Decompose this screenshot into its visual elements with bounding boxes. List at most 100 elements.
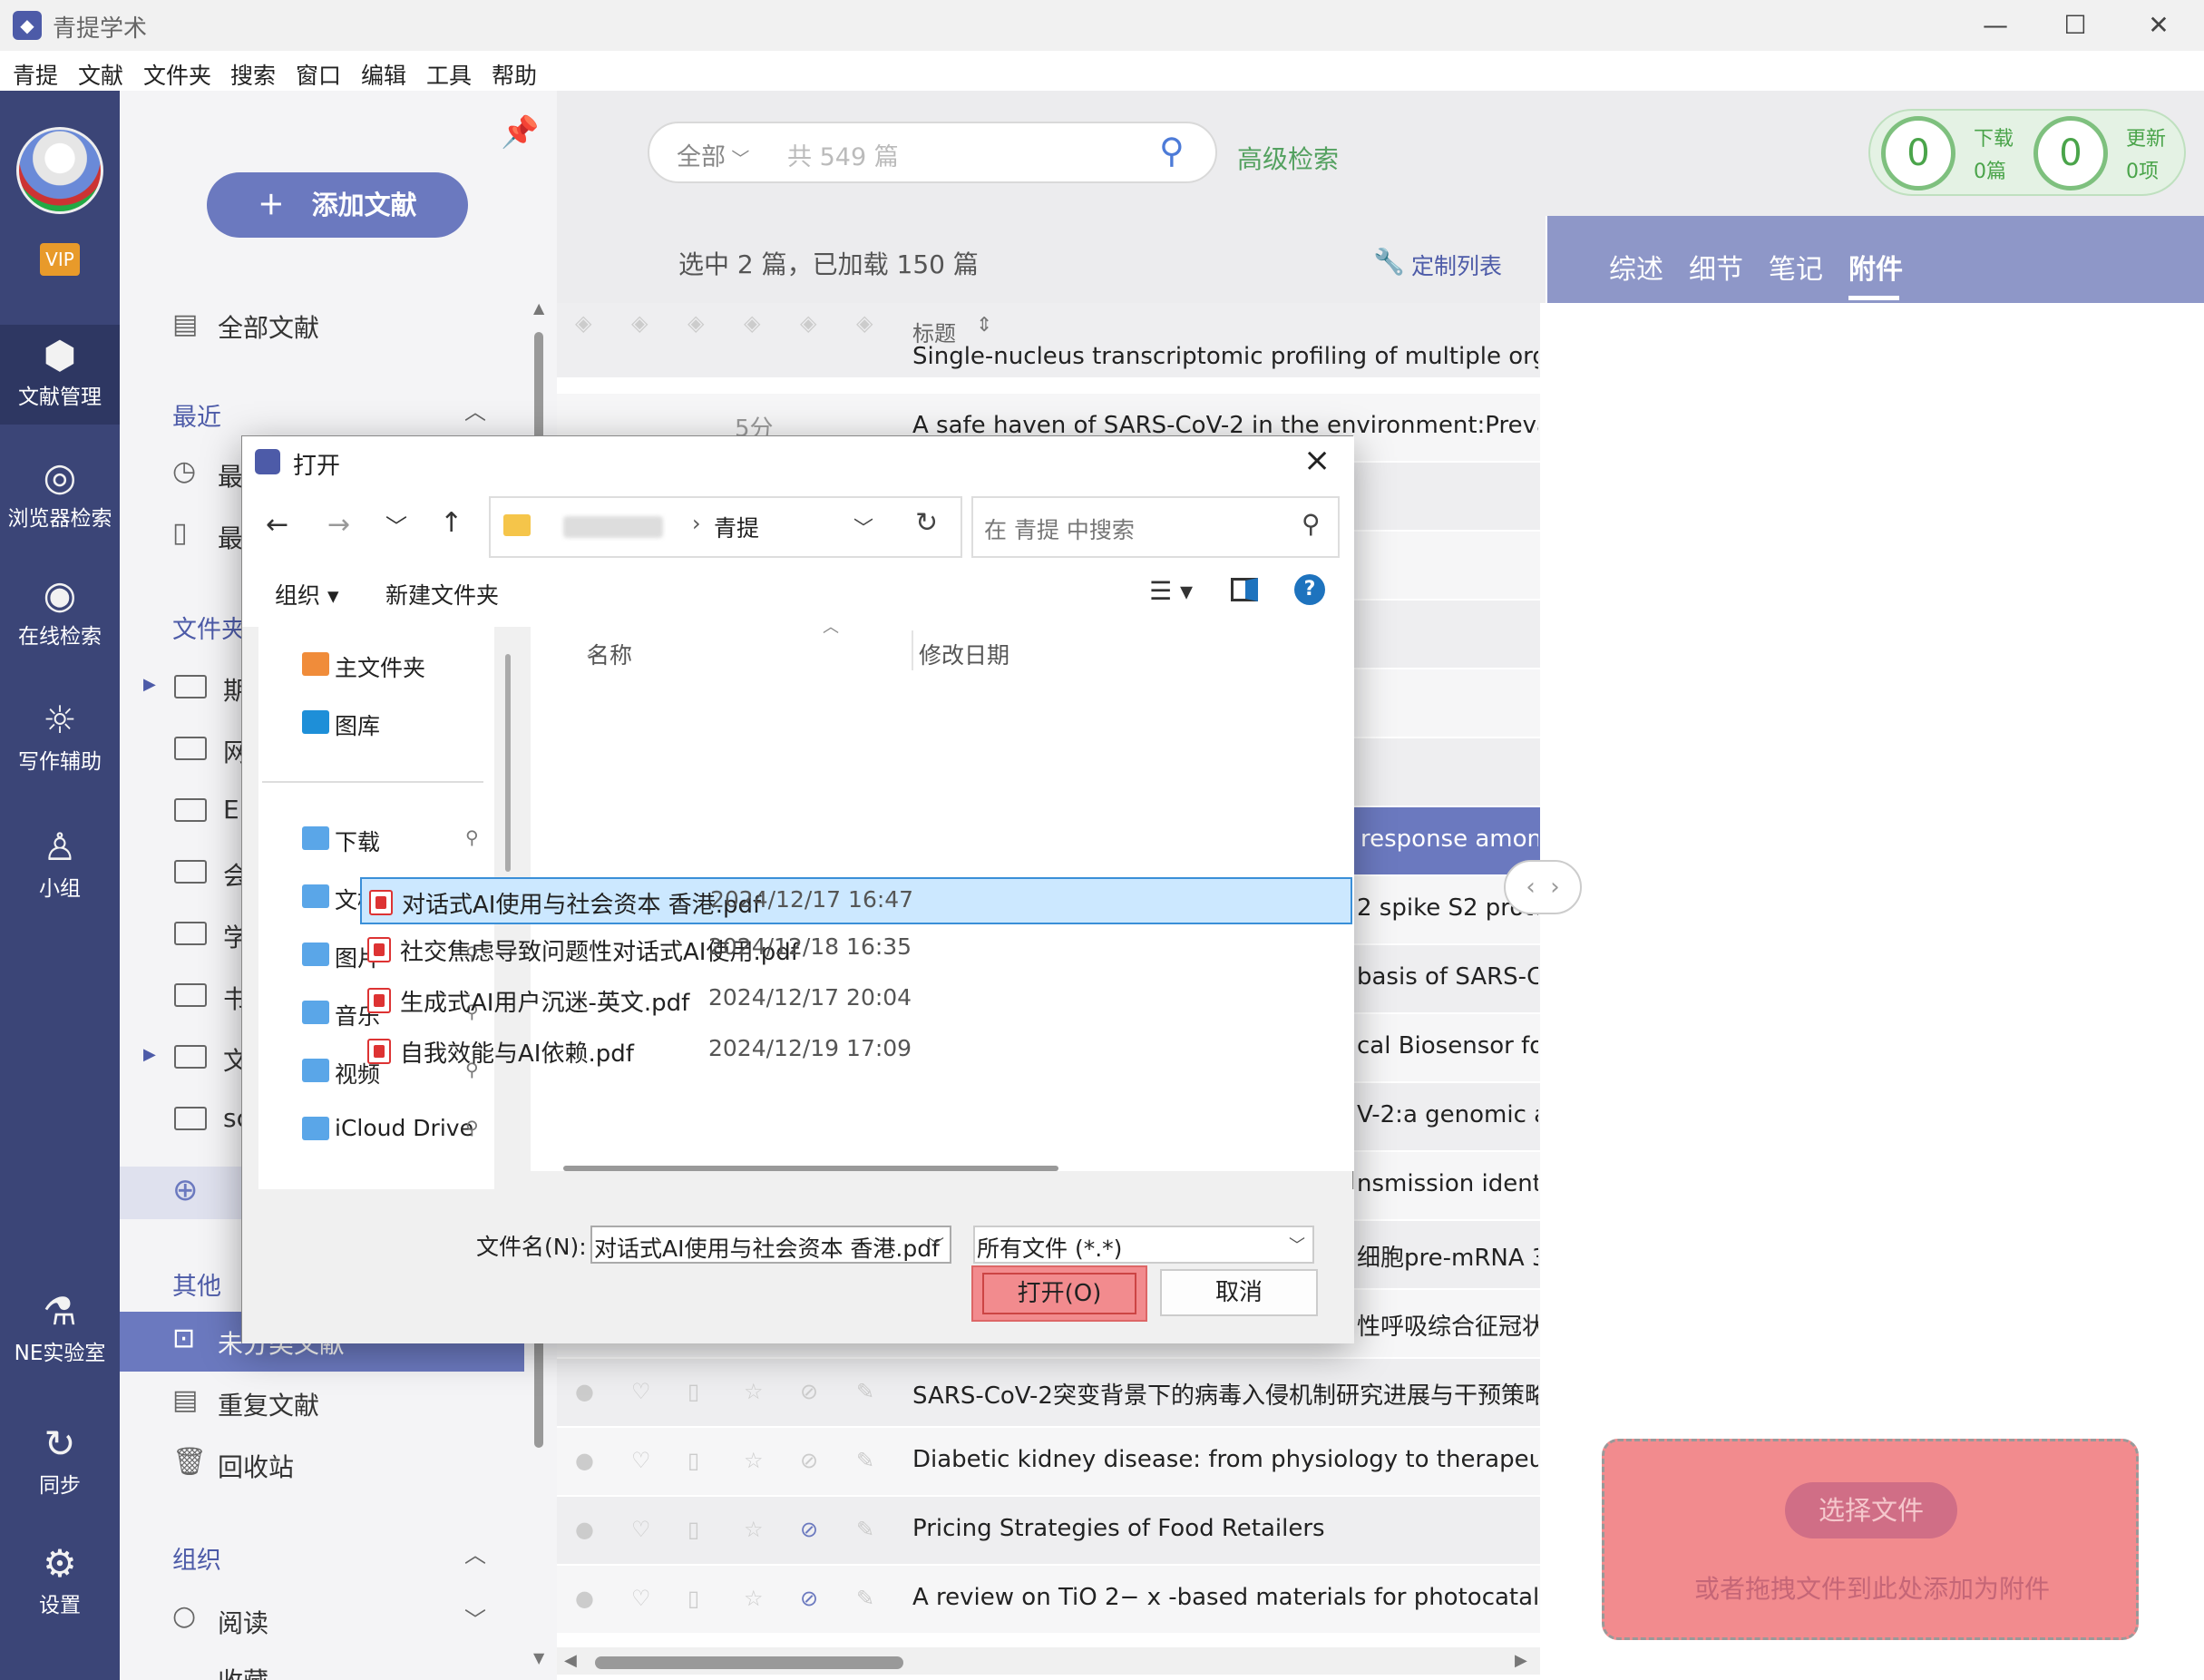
pin-icon[interactable]: ⚲ [465, 1117, 479, 1138]
row-title[interactable]: 性呼吸综合征冠状病 [1357, 1308, 1538, 1342]
pencil-icon[interactable]: ✎ [856, 1586, 874, 1611]
file-type-select[interactable]: 所有文件 (*.*) ﹀ [973, 1226, 1314, 1264]
list-horizontal-scrollbar[interactable]: ◀ ▶ [557, 1647, 1540, 1675]
download-count[interactable]: 0 [1881, 116, 1955, 190]
tab-summary[interactable]: 综述 [1609, 247, 1663, 287]
file-list-scrollbar[interactable] [563, 1166, 1058, 1171]
open-button[interactable]: 打开(O) [982, 1273, 1136, 1314]
view-menu-icon[interactable]: ☰ ▾ [1149, 576, 1193, 606]
scroll-down-icon[interactable]: ▼ [533, 1649, 544, 1666]
avatar[interactable] [16, 127, 103, 214]
chevron-down-icon[interactable]: ﹀ [928, 1233, 944, 1256]
table-row[interactable]: ● ♡ ▯ ☆ ⊘ ✎ A review on TiO 2− x -based mater… [557, 1566, 1540, 1635]
new-folder-button[interactable]: 新建文件夹 [385, 578, 499, 610]
expand-arrow-icon[interactable]: ▶ [143, 1045, 156, 1064]
menu-search[interactable]: 搜索 [230, 58, 276, 91]
advanced-search-link[interactable]: 高级检索 [1237, 140, 1339, 176]
tree-item-downloads[interactable]: 下载 [335, 825, 380, 857]
chevron-down-icon[interactable]: ﹀ [464, 1602, 486, 1634]
maximize-button[interactable]: ☐ [2048, 7, 2102, 44]
add-literature-button[interactable]: ＋ 添加文献 [207, 172, 468, 238]
choose-file-button[interactable]: 选择文件 [1785, 1482, 1957, 1538]
row-title[interactable]: V-2:a genomic ap [1357, 1101, 1538, 1128]
rail-group[interactable]: ♙ 小组 [0, 824, 120, 923]
row-title[interactable]: SARS-CoV-2突变背景下的病毒入侵机制研究进展与干预策略 [912, 1377, 1538, 1411]
up-arrow-icon[interactable]: ↑ [440, 507, 463, 539]
menu-literature[interactable]: 文献 [78, 58, 123, 91]
heart-icon[interactable]: ♡ [631, 1586, 651, 1611]
sidebar-recent-item[interactable]: 最 [218, 457, 243, 493]
heart-icon[interactable]: ♡ [631, 1379, 651, 1404]
row-title[interactable]: Single-nucleus transcriptomic profiling … [912, 343, 1538, 370]
attachment-icon[interactable]: ⊘ [800, 1379, 818, 1404]
pencil-icon[interactable]: ✎ [856, 1517, 874, 1542]
table-row[interactable]: ● ♡ ▯ ☆ ⊘ ✎ SARS-CoV-2突变背景下的病毒入侵机制研究进展与干预策略 [557, 1359, 1540, 1428]
chevron-right-icon[interactable]: › [1550, 874, 1559, 901]
row-title[interactable]: Diabetic kidney disease: from physiology… [912, 1446, 1538, 1473]
tab-details[interactable]: 细节 [1689, 247, 1743, 287]
expand-arrow-icon[interactable]: ▶ [143, 675, 156, 694]
sidebar-recycle-bin[interactable]: 回收站 [218, 1448, 294, 1484]
layer-icon[interactable]: ◈ [744, 310, 760, 336]
update-count[interactable]: 0 [2033, 116, 2108, 190]
search-icon[interactable]: ⚲ [1159, 131, 1185, 171]
help-icon[interactable]: ? [1294, 574, 1325, 605]
column-header-date[interactable]: 修改日期 [919, 638, 1009, 670]
breadcrumb-current[interactable]: 青提 [714, 511, 759, 543]
layer-icon[interactable]: ◈ [631, 310, 648, 336]
organize-menu[interactable]: 组织 ▾ [275, 578, 339, 610]
dialog-close-button[interactable]: × [1303, 442, 1331, 479]
file-row[interactable]: 社交焦虑导致问题性对话式AI使用.pdf 2024/12/18 16:35 [360, 926, 1352, 973]
bookmark-icon[interactable]: ▯ [688, 1586, 699, 1611]
row-title[interactable]: 细胞pre-mRNA 3'U [1357, 1239, 1538, 1273]
star-icon[interactable]: ☆ [744, 1517, 764, 1542]
back-arrow-icon[interactable]: ← [266, 509, 288, 541]
scroll-thumb[interactable] [595, 1656, 903, 1669]
layer-icon[interactable]: ◈ [800, 310, 816, 336]
rail-settings[interactable]: ⚙ 设置 [0, 1540, 120, 1631]
address-bar[interactable]: › 青提 ﹀ ↻ [489, 496, 962, 558]
pencil-icon[interactable]: ✎ [856, 1379, 874, 1404]
rail-online-search[interactable]: ◉ 在线检索 [0, 571, 120, 671]
sidebar-duplicates[interactable]: 重复文献 [218, 1386, 319, 1422]
star-icon[interactable]: ☆ [744, 1448, 764, 1473]
bookmark-icon[interactable]: ▯ [688, 1379, 699, 1404]
preview-pane-icon[interactable] [1231, 578, 1258, 601]
dot-icon[interactable]: ● [575, 1448, 594, 1473]
menu-help[interactable]: 帮助 [492, 58, 537, 91]
chevron-left-icon[interactable]: ‹ [1526, 874, 1535, 901]
cancel-button[interactable]: 取消 [1160, 1269, 1318, 1316]
chevron-down-icon[interactable]: ﹀ [1289, 1233, 1305, 1256]
scroll-left-icon[interactable]: ◀ [564, 1651, 577, 1670]
search-icon[interactable]: ⚲ [1302, 509, 1321, 539]
sidebar-recent-item[interactable]: 最 [218, 519, 243, 555]
rail-ne-lab[interactable]: ⚗ NE实验室 [0, 1288, 120, 1388]
dot-icon[interactable]: ● [575, 1517, 594, 1542]
attachment-icon[interactable]: ⊘ [800, 1517, 818, 1542]
attachment-icon[interactable]: ⊘ [800, 1448, 818, 1473]
table-row[interactable]: ● ♡ ▯ ☆ ⊘ ✎ Pricing Strategies of Food Retail… [557, 1497, 1540, 1566]
filename-input[interactable]: 对话式AI使用与社会资本 香港.pdf ﹀ [590, 1226, 951, 1264]
heart-icon[interactable]: ♡ [631, 1448, 651, 1473]
menu-qingti[interactable]: 青提 [13, 58, 58, 91]
panel-nav-arrows[interactable]: ‹ › [1504, 860, 1582, 914]
row-title[interactable]: response among [1360, 825, 1538, 853]
chevron-up-icon[interactable]: ︿ [464, 1537, 486, 1568]
column-header-name[interactable]: 名称 [587, 638, 632, 670]
row-title[interactable]: A review on TiO 2− x -based materials fo… [912, 1584, 1538, 1611]
pin-icon[interactable]: 📌 [501, 114, 539, 151]
star-icon[interactable]: ☆ [744, 1586, 764, 1611]
tree-scrollbar[interactable] [505, 654, 511, 872]
search-scope-select[interactable]: 全部 ﹀ [677, 137, 749, 172]
dot-icon[interactable]: ● [575, 1379, 594, 1404]
tree-item-gallery[interactable]: 图库 [335, 708, 380, 741]
rail-browser-search[interactable]: ◎ 浏览器检索 [0, 454, 120, 553]
sidebar-org-item[interactable]: 收藏 [218, 1662, 268, 1680]
tree-item-icloud[interactable]: iCloud Drive [335, 1115, 473, 1141]
tab-notes[interactable]: 笔记 [1769, 247, 1823, 287]
sidebar-all-docs[interactable]: 全部文献 [218, 308, 319, 345]
sort-icon[interactable]: ⇕ [976, 314, 992, 337]
menu-tools[interactable]: 工具 [426, 58, 472, 91]
layer-icon[interactable]: ◈ [688, 310, 704, 336]
rail-sync[interactable]: ↻ 同步 [0, 1421, 120, 1511]
